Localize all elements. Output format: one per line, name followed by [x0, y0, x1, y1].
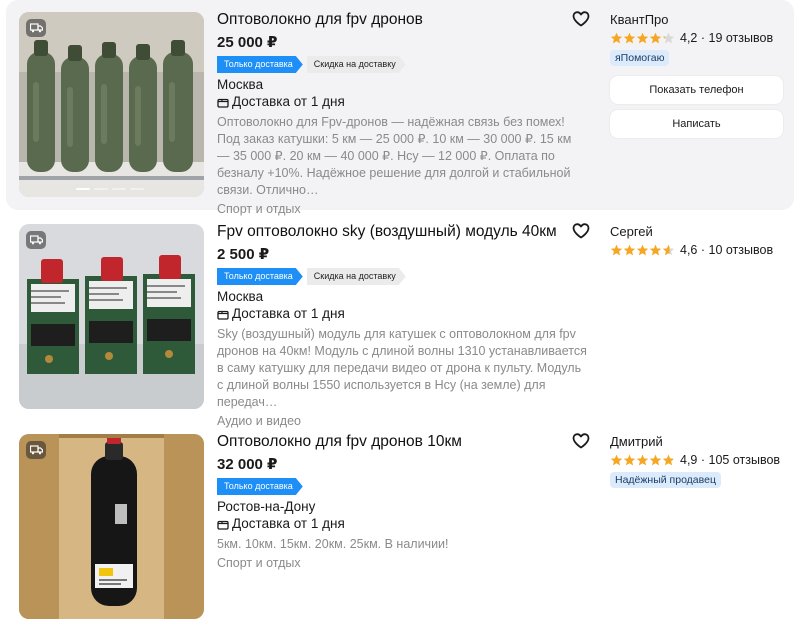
- listing-description: Оптоволокно для Fpv-дронов — надёжная св…: [217, 115, 572, 197]
- listing-card[interactable]: Оптоволокно для fpv дронов 10км 32 000 ₽…: [6, 426, 794, 628]
- heart-outline-icon[interactable]: [572, 11, 590, 27]
- delivery-truck-icon: [26, 19, 46, 37]
- star-icon: [649, 32, 662, 44]
- delivery-truck-icon: [26, 441, 46, 459]
- seller-block: Сергей 4,6 · 10 отзывов: [610, 223, 790, 259]
- review-count: 19 отзывов: [708, 31, 774, 45]
- write-message-button[interactable]: Написать: [610, 110, 783, 138]
- star-icon: [636, 244, 649, 256]
- delivery-only-tag: Только доставка: [217, 56, 303, 73]
- heart-outline-icon[interactable]: [572, 433, 590, 449]
- star-icon: [623, 32, 636, 44]
- listing-photo[interactable]: [19, 12, 204, 197]
- seller-block: Дмитрий 4,9 · 105 отзывов Надёжный прода…: [610, 433, 790, 488]
- box-icon: [217, 520, 229, 530]
- delivery-text: Доставка от 1 дня: [232, 516, 345, 531]
- listing-card[interactable]: Fpv оптоволокно sky (воздушный) модуль 4…: [6, 216, 794, 428]
- box-icon: [217, 310, 229, 320]
- listing-city: Ростов-на-Дону: [217, 499, 316, 514]
- rating-stars: [610, 244, 675, 256]
- delivery-only-tag: Только доставка: [217, 478, 303, 495]
- seller-name[interactable]: Дмитрий: [610, 433, 790, 450]
- delivery-discount-tag: Скидка на доставку: [307, 56, 406, 73]
- seller-name[interactable]: КвантПро: [610, 11, 790, 28]
- star-icon: [649, 454, 662, 466]
- seller-badge: яПомогаю: [610, 50, 670, 66]
- star-icon: [662, 32, 675, 44]
- delivery-text: Доставка от 1 дня: [232, 94, 345, 109]
- seller-block: КвантПро 4,2 · 19 отзывов яПомогаю: [610, 11, 790, 66]
- star-icon: [610, 32, 623, 44]
- star-icon: [649, 244, 662, 256]
- rating-value: 4,9: [680, 453, 698, 467]
- listing-price: 32 000 ₽: [217, 456, 278, 473]
- rating-separator: ·: [697, 453, 709, 467]
- listing-photo[interactable]: [19, 224, 204, 409]
- heart-outline-icon[interactable]: [572, 223, 590, 239]
- star-icon: [662, 244, 675, 256]
- delivery-truck-icon: [26, 231, 46, 249]
- delivery-text: Доставка от 1 дня: [232, 306, 345, 321]
- delivery-info: Доставка от 1 дня: [217, 305, 587, 323]
- delivery-discount-tag: Скидка на доставку: [307, 268, 406, 285]
- delivery-info: Доставка от 1 дня: [217, 93, 587, 111]
- show-phone-button[interactable]: Показать телефон: [610, 76, 783, 104]
- seller-rating[interactable]: 4,2 · 19 отзывов: [610, 29, 790, 47]
- photo-image: [19, 224, 204, 409]
- delivery-info: Доставка от 1 дня: [217, 515, 587, 533]
- star-icon: [623, 454, 636, 466]
- listing-photo[interactable]: [19, 434, 204, 619]
- listing-price: 2 500 ₽: [217, 246, 270, 263]
- review-count: 10 отзывов: [708, 243, 774, 257]
- listing-title[interactable]: Оптоволокно для fpv дронов 10км: [217, 432, 587, 452]
- box-icon: [217, 98, 229, 108]
- seller-badge: Надёжный продавец: [610, 472, 721, 488]
- star-icon: [662, 454, 675, 466]
- listing-description: Sky (воздушный) модуль для катушек с опт…: [217, 327, 587, 409]
- rating-value: 4,2: [680, 31, 698, 45]
- star-icon: [623, 244, 636, 256]
- listing-card[interactable]: Оптоволокно для fpv дронов 25 000 ₽ Толь…: [6, 0, 794, 216]
- listing-city: Москва: [217, 77, 264, 92]
- photo-image: [19, 12, 204, 197]
- star-icon: [636, 32, 649, 44]
- photo-image: [19, 434, 204, 619]
- rating-value: 4,6: [680, 243, 698, 257]
- review-count: 105 отзывов: [708, 453, 781, 467]
- seller-rating[interactable]: 4,6 · 10 отзывов: [610, 241, 790, 259]
- rating-separator: ·: [697, 31, 709, 45]
- rating-stars: [610, 454, 675, 466]
- star-icon: [610, 244, 623, 256]
- listing-category: Спорт и отдых: [217, 556, 301, 570]
- star-icon: [610, 454, 623, 466]
- listing-price: 25 000 ₽: [217, 34, 278, 51]
- seller-name[interactable]: Сергей: [610, 223, 790, 240]
- star-icon: [636, 454, 649, 466]
- rating-stars: [610, 32, 675, 44]
- rating-separator: ·: [697, 243, 709, 257]
- delivery-only-tag: Только доставка: [217, 268, 303, 285]
- listing-title[interactable]: Оптоволокно для fpv дронов: [217, 10, 587, 30]
- listing-description: 5км. 10км. 15км. 20км. 25км. В наличии!: [217, 537, 449, 551]
- listing-city: Москва: [217, 289, 264, 304]
- seller-rating[interactable]: 4,9 · 105 отзывов: [610, 451, 790, 469]
- listing-title[interactable]: Fpv оптоволокно sky (воздушный) модуль 4…: [217, 222, 587, 242]
